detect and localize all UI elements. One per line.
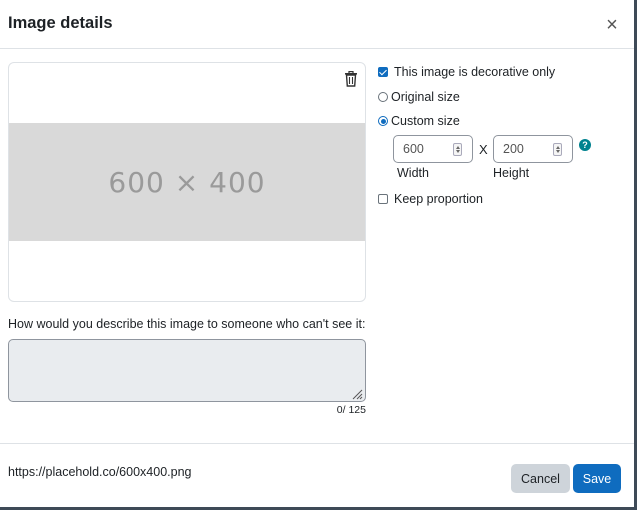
custom-size-option[interactable]: Custom size bbox=[378, 114, 460, 128]
decorative-label: This image is decorative only bbox=[394, 65, 556, 79]
original-size-label: Original size bbox=[391, 90, 460, 104]
height-stepper[interactable] bbox=[553, 143, 562, 156]
decorative-checkbox[interactable] bbox=[378, 67, 388, 77]
image-details-dialog: Image details × 600 × 400 How would you … bbox=[0, 0, 637, 510]
image-placeholder: 600 × 400 bbox=[9, 123, 365, 241]
dialog-title: Image details bbox=[8, 14, 113, 32]
height-label: Height bbox=[493, 166, 530, 180]
keep-proportion-label: Keep proportion bbox=[394, 192, 483, 206]
dialog-header: Image details × bbox=[0, 0, 634, 49]
dialog-footer: https://placehold.co/600x400.png Cancel … bbox=[0, 443, 634, 507]
width-stepper[interactable] bbox=[453, 143, 462, 156]
image-url: https://placehold.co/600x400.png bbox=[8, 465, 192, 479]
keep-proportion-option[interactable]: Keep proportion bbox=[378, 192, 483, 206]
height-input[interactable] bbox=[503, 141, 548, 157]
close-button[interactable]: × bbox=[603, 15, 621, 35]
resize-grip-icon[interactable] bbox=[351, 388, 363, 400]
trash-icon[interactable] bbox=[344, 71, 358, 87]
width-field[interactable] bbox=[393, 135, 473, 163]
save-button[interactable]: Save bbox=[573, 464, 621, 493]
custom-size-label: Custom size bbox=[391, 114, 460, 128]
dimension-separator: X bbox=[479, 142, 488, 157]
width-label: Width bbox=[397, 166, 429, 180]
custom-size-radio[interactable] bbox=[378, 116, 388, 126]
description-textarea[interactable] bbox=[8, 339, 366, 402]
image-preview: 600 × 400 bbox=[8, 62, 366, 302]
help-icon[interactable]: ? bbox=[579, 139, 591, 151]
keep-proportion-checkbox[interactable] bbox=[378, 194, 388, 204]
decorative-option[interactable]: This image is decorative only bbox=[378, 65, 555, 79]
character-counter: 0/ 125 bbox=[336, 404, 366, 416]
width-input[interactable] bbox=[403, 141, 448, 157]
cancel-button[interactable]: Cancel bbox=[511, 464, 570, 493]
original-size-radio[interactable] bbox=[378, 92, 388, 102]
height-field[interactable] bbox=[493, 135, 573, 163]
description-label: How would you describe this image to som… bbox=[8, 317, 366, 331]
original-size-option[interactable]: Original size bbox=[378, 90, 460, 104]
